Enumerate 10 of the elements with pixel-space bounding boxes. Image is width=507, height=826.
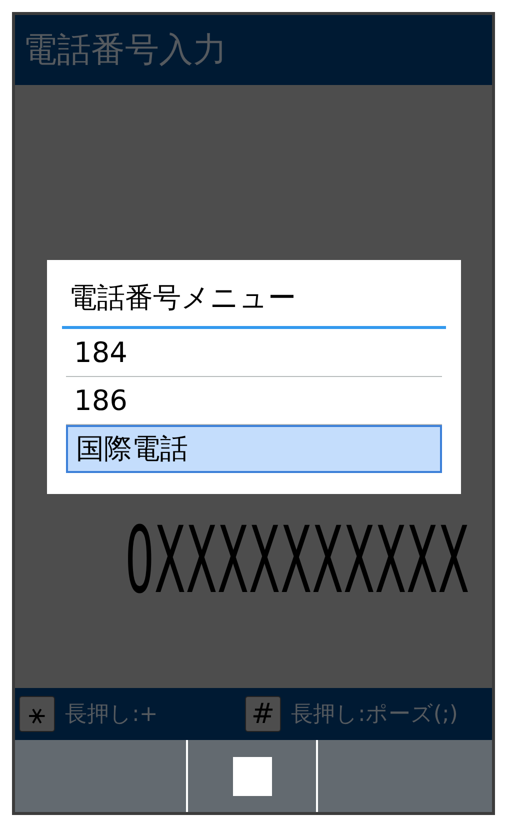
hint-label: 長押し:ポーズ(;) xyxy=(291,700,458,728)
dialog-title: 電話番号メニュー xyxy=(68,280,297,316)
key-badge: ⚹ xyxy=(19,696,55,732)
screen-title: 電話番号入力 xyxy=(23,33,227,67)
phone-number: 0XXXXXXXXXX xyxy=(125,515,470,607)
menu-item[interactable]: 国際電話 xyxy=(66,425,442,473)
key-badge: # xyxy=(245,696,281,732)
menu-item[interactable]: 184 xyxy=(66,329,442,377)
hint-label: 長押し:+ xyxy=(65,700,158,728)
square-icon xyxy=(232,756,272,796)
